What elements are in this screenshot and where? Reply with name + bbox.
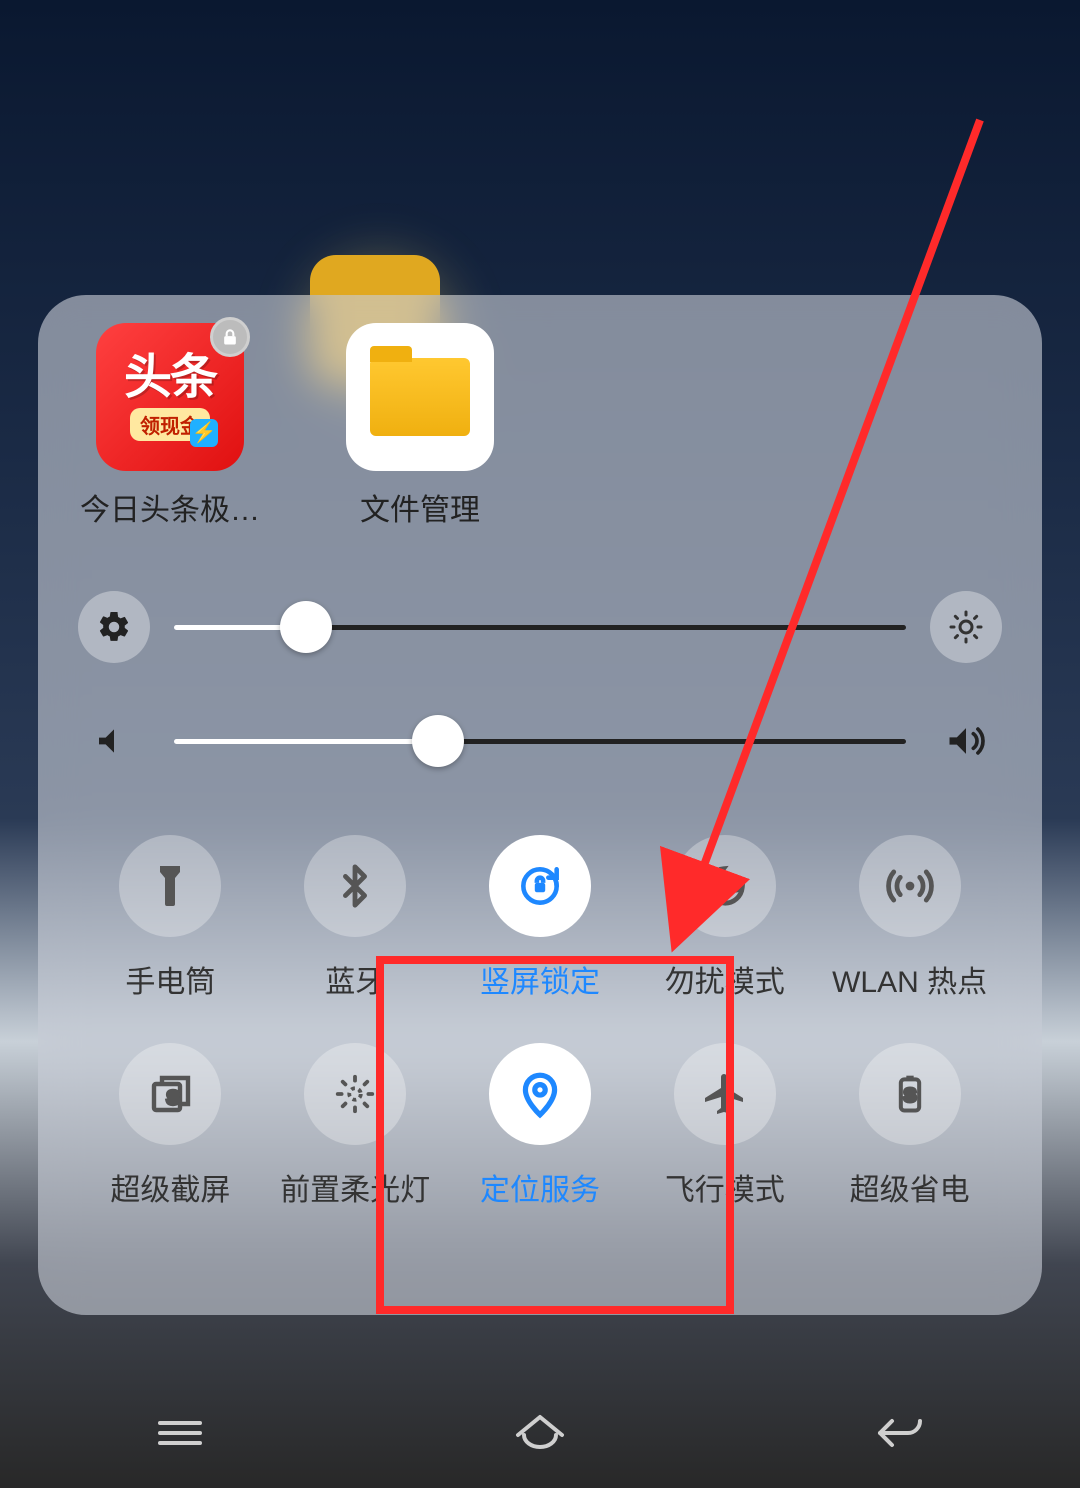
toggle-label: 手电筒	[125, 957, 215, 1001]
app-shortcut-toutiao[interactable]: 头条 领现金 ⚡ 今日头条极…	[90, 323, 250, 529]
toutiao-text: 头条	[124, 354, 216, 402]
volume-thumb[interactable]	[412, 715, 464, 767]
rotation-lock-icon	[489, 835, 591, 937]
auto-brightness-button[interactable]	[930, 591, 1002, 663]
toggle-location[interactable]: 定位服务	[448, 1043, 633, 1209]
brightness-thumb[interactable]	[280, 601, 332, 653]
battery-icon: S	[859, 1043, 961, 1145]
toggle-screenshot[interactable]: S 超级截屏	[78, 1043, 263, 1209]
moon-icon	[674, 835, 776, 937]
bolt-icon: ⚡	[190, 419, 218, 447]
recent-apps-button[interactable]	[140, 1403, 220, 1463]
toggle-label: 蓝牙	[325, 957, 385, 1001]
toggle-label: 定位服务	[480, 1165, 600, 1209]
flashlight-icon	[119, 835, 221, 937]
toggle-label: 竖屏锁定	[480, 957, 600, 1001]
toggle-fill-light[interactable]: 前置柔光灯	[263, 1043, 448, 1209]
lock-icon	[210, 317, 250, 357]
screenshot-icon: S	[119, 1043, 221, 1145]
app-shortcuts-row: 头条 领现金 ⚡ 今日头条极… 文件管理	[78, 323, 1002, 529]
toutiao-banner: 领现金 ⚡	[130, 408, 210, 441]
svg-text:S: S	[903, 1084, 915, 1105]
volume-slider[interactable]	[174, 739, 906, 744]
brightness-slider-row	[78, 591, 1002, 663]
toggle-label: 飞行模式	[665, 1165, 785, 1209]
toggle-rotation-lock[interactable]: 竖屏锁定	[448, 835, 633, 1001]
folder-icon	[346, 323, 494, 471]
fill-light-icon	[304, 1043, 406, 1145]
hotspot-icon	[859, 835, 961, 937]
back-button[interactable]	[860, 1403, 940, 1463]
toggle-bluetooth[interactable]: 蓝牙	[263, 835, 448, 1001]
toggle-label: 前置柔光灯	[280, 1165, 430, 1209]
settings-button[interactable]	[78, 591, 150, 663]
toggle-airplane[interactable]: 飞行模式	[632, 1043, 817, 1209]
volume-low-icon	[78, 705, 150, 777]
toutiao-icon: 头条 领现金 ⚡	[96, 323, 244, 471]
toggle-label: 勿扰模式	[665, 957, 785, 1001]
svg-text:S: S	[167, 1088, 179, 1108]
volume-high-icon	[930, 705, 1002, 777]
airplane-icon	[674, 1043, 776, 1145]
toggle-flashlight[interactable]: 手电筒	[78, 835, 263, 1001]
brightness-slider[interactable]	[174, 625, 906, 630]
location-icon	[489, 1043, 591, 1145]
toggle-label: 超级省电	[850, 1165, 970, 1209]
system-nav-bar	[0, 1378, 1080, 1488]
app-label: 文件管理	[360, 485, 480, 529]
app-label: 今日头条极…	[80, 485, 260, 529]
toggle-hotspot[interactable]: WLAN 热点	[817, 835, 1002, 1001]
quick-toggles-grid: 手电筒 蓝牙 竖屏锁定 勿扰模式 WLAN 热点	[78, 835, 1002, 1209]
toggle-power-save[interactable]: S 超级省电	[817, 1043, 1002, 1209]
control-center-panel: 头条 领现金 ⚡ 今日头条极… 文件管理	[38, 295, 1042, 1315]
bluetooth-icon	[304, 835, 406, 937]
home-button[interactable]	[500, 1403, 580, 1463]
toggle-label: 超级截屏	[110, 1165, 230, 1209]
toggle-dnd[interactable]: 勿扰模式	[632, 835, 817, 1001]
toggle-label: WLAN 热点	[832, 957, 987, 1001]
app-shortcut-files[interactable]: 文件管理	[340, 323, 500, 529]
volume-slider-row	[78, 705, 1002, 777]
